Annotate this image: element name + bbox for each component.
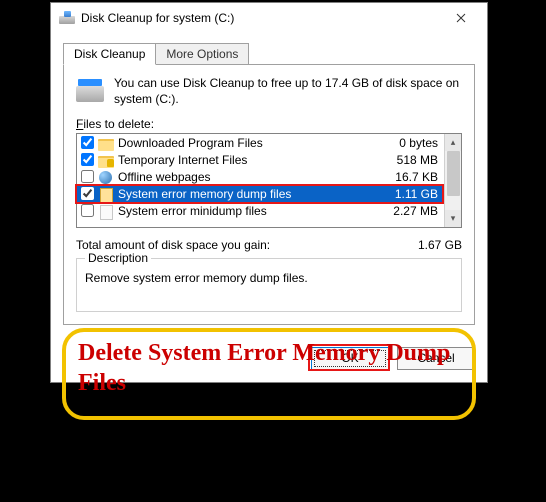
total-label: Total amount of disk space you gain: <box>76 238 270 252</box>
file-checkbox[interactable] <box>81 187 94 200</box>
file-list[interactable]: Downloaded Program Files0 bytesTemporary… <box>76 133 462 228</box>
file-list-item[interactable]: System error memory dump files1.11 GB <box>77 185 444 202</box>
folder-icon <box>98 136 114 150</box>
file-checkbox[interactable] <box>81 170 94 183</box>
description-legend: Description <box>85 251 151 265</box>
file-label: System error minidump files <box>118 204 382 218</box>
file-list-item[interactable]: Temporary Internet Files518 MB <box>77 151 444 168</box>
window-title: Disk Cleanup for system (C:) <box>81 11 438 25</box>
file-size: 518 MB <box>382 153 442 167</box>
dialog-window: Disk Cleanup for system (C:) Disk Cleanu… <box>50 2 488 383</box>
file-checkbox[interactable] <box>81 204 94 217</box>
tab-panel-disk-cleanup: You can use Disk Cleanup to free up to 1… <box>63 64 475 325</box>
scroll-down-button[interactable]: ▾ <box>445 210 461 227</box>
files-to-delete-label: Files to delete: <box>76 117 462 131</box>
file-label: Offline webpages <box>118 170 382 184</box>
file-label: Temporary Internet Files <box>118 153 382 167</box>
file-size: 2.27 MB <box>382 204 442 218</box>
globe-icon <box>98 170 114 184</box>
file-size: 1.11 GB <box>382 187 442 201</box>
lockfolder-icon <box>98 153 114 167</box>
tab-strip: Disk Cleanup More Options <box>63 43 475 65</box>
file-size: 0 bytes <box>382 136 442 150</box>
tab-more-options[interactable]: More Options <box>155 43 249 65</box>
file-checkbox[interactable] <box>81 153 94 166</box>
dialog-body: Disk Cleanup More Options You can use Di… <box>51 33 487 337</box>
scroll-track[interactable] <box>445 151 461 210</box>
disk-cleanup-icon <box>59 10 75 26</box>
cleanup-summary-text: You can use Disk Cleanup to free up to 1… <box>114 75 462 107</box>
button-row: OK Cancel <box>51 337 487 382</box>
total-value: 1.67 GB <box>418 238 462 252</box>
scroll-up-button[interactable]: ▴ <box>445 134 461 151</box>
description-text: Remove system error memory dump files. <box>85 271 453 295</box>
disk-icon <box>76 77 104 105</box>
close-button[interactable] <box>438 3 483 33</box>
file-label: Downloaded Program Files <box>118 136 382 150</box>
file-label: System error memory dump files <box>118 187 382 201</box>
tab-disk-cleanup[interactable]: Disk Cleanup <box>63 43 156 65</box>
file-sel-icon <box>98 187 114 201</box>
titlebar[interactable]: Disk Cleanup for system (C:) <box>51 3 487 33</box>
file-list-item[interactable]: Offline webpages16.7 KB <box>77 168 444 185</box>
description-group: Description Remove system error memory d… <box>76 258 462 312</box>
scrollbar[interactable]: ▴ ▾ <box>444 134 461 227</box>
ok-button[interactable]: OK <box>311 347 389 370</box>
file-icon <box>98 204 114 218</box>
file-size: 16.7 KB <box>382 170 442 184</box>
cancel-button[interactable]: Cancel <box>397 347 475 370</box>
file-list-item[interactable]: System error minidump files2.27 MB <box>77 202 444 219</box>
file-checkbox[interactable] <box>81 136 94 149</box>
scroll-thumb[interactable] <box>447 151 460 196</box>
file-list-item[interactable]: Downloaded Program Files0 bytes <box>77 134 444 151</box>
